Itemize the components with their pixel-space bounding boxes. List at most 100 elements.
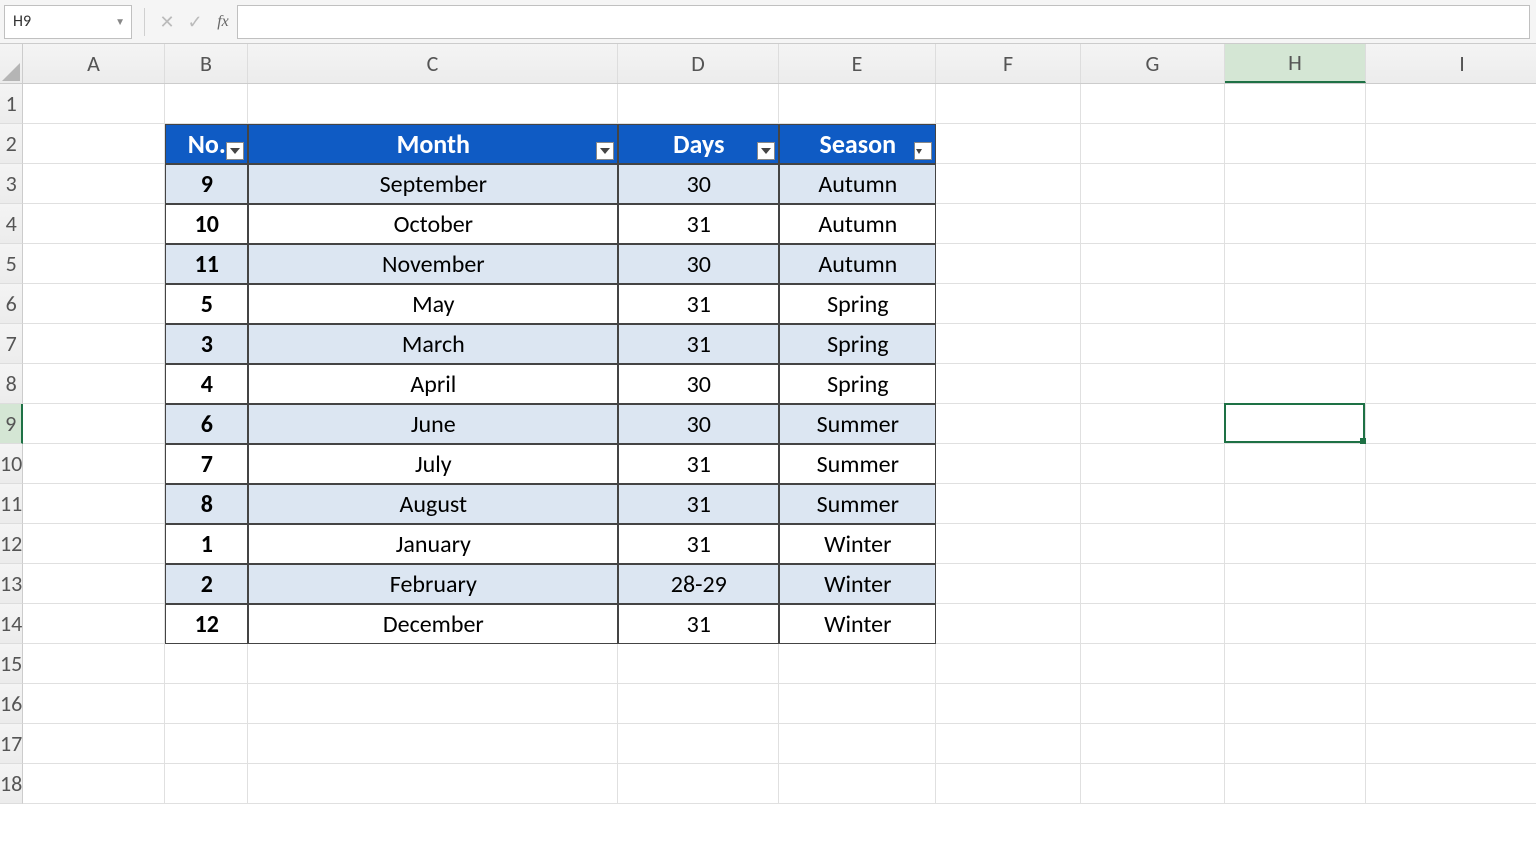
table-header-month[interactable]: Month: [248, 124, 618, 164]
table-cell-month[interactable]: July: [248, 444, 618, 484]
cell-F4[interactable]: [936, 204, 1081, 244]
cell-A17[interactable]: [23, 724, 165, 764]
cell-B15[interactable]: [165, 644, 248, 684]
table-cell-no[interactable]: 4: [165, 364, 248, 404]
cell-G7[interactable]: [1081, 324, 1225, 364]
column-header-E[interactable]: E: [779, 44, 936, 83]
row-header-4[interactable]: 4: [0, 204, 23, 244]
cell-A1[interactable]: [23, 84, 165, 124]
cell-B17[interactable]: [165, 724, 248, 764]
table-cell-days[interactable]: 30: [618, 364, 779, 404]
cell-A16[interactable]: [23, 684, 165, 724]
cell-A4[interactable]: [23, 204, 165, 244]
cell-F17[interactable]: [936, 724, 1081, 764]
table-cell-month[interactable]: May: [248, 284, 618, 324]
chevron-down-icon[interactable]: ▼: [115, 15, 125, 28]
cell-I16[interactable]: [1366, 684, 1536, 724]
cell-G5[interactable]: [1081, 244, 1225, 284]
cell-D18[interactable]: [618, 764, 779, 804]
row-header-6[interactable]: 6: [0, 284, 23, 324]
table-cell-month[interactable]: March: [248, 324, 618, 364]
cancel-button[interactable]: ✕: [153, 8, 181, 36]
cell-F10[interactable]: [936, 444, 1081, 484]
cell-A5[interactable]: [23, 244, 165, 284]
cell-D16[interactable]: [618, 684, 779, 724]
table-cell-month[interactable]: December: [248, 604, 618, 644]
table-cell-no[interactable]: 7: [165, 444, 248, 484]
cell-F16[interactable]: [936, 684, 1081, 724]
cell-G9[interactable]: [1081, 404, 1225, 444]
column-header-D[interactable]: D: [618, 44, 779, 83]
table-cell-no[interactable]: 10: [165, 204, 248, 244]
cells-area[interactable]: No.MonthDaysSeason↑9September30Autumn10O…: [23, 84, 1536, 804]
cell-A7[interactable]: [23, 324, 165, 364]
cell-H4[interactable]: [1225, 204, 1366, 244]
column-header-F[interactable]: F: [936, 44, 1081, 83]
table-cell-no[interactable]: 6: [165, 404, 248, 444]
table-cell-season[interactable]: Autumn: [779, 164, 936, 204]
cell-F3[interactable]: [936, 164, 1081, 204]
row-header-8[interactable]: 8: [0, 364, 23, 404]
cell-G15[interactable]: [1081, 644, 1225, 684]
row-header-13[interactable]: 13: [0, 564, 23, 604]
cell-I17[interactable]: [1366, 724, 1536, 764]
cell-F9[interactable]: [936, 404, 1081, 444]
table-cell-season[interactable]: Winter: [779, 524, 936, 564]
row-header-12[interactable]: 12: [0, 524, 23, 564]
cell-H10[interactable]: [1225, 444, 1366, 484]
table-cell-days[interactable]: 31: [618, 444, 779, 484]
cell-I9[interactable]: [1366, 404, 1536, 444]
table-cell-no[interactable]: 2: [165, 564, 248, 604]
table-cell-month[interactable]: February: [248, 564, 618, 604]
column-header-A[interactable]: A: [23, 44, 165, 83]
cell-G10[interactable]: [1081, 444, 1225, 484]
fx-button[interactable]: fx: [209, 8, 237, 36]
filter-dropdown-icon[interactable]: [596, 142, 614, 160]
column-header-B[interactable]: B: [165, 44, 248, 83]
cell-A12[interactable]: [23, 524, 165, 564]
table-cell-month[interactable]: June: [248, 404, 618, 444]
cell-A10[interactable]: [23, 444, 165, 484]
table-cell-no[interactable]: 5: [165, 284, 248, 324]
formula-input[interactable]: [237, 5, 1530, 39]
table-cell-days[interactable]: 31: [618, 204, 779, 244]
table-cell-days[interactable]: 30: [618, 164, 779, 204]
cell-A6[interactable]: [23, 284, 165, 324]
table-cell-season[interactable]: Spring: [779, 324, 936, 364]
row-header-11[interactable]: 11: [0, 484, 23, 524]
cell-H3[interactable]: [1225, 164, 1366, 204]
row-header-14[interactable]: 14: [0, 604, 23, 644]
row-header-10[interactable]: 10: [0, 444, 23, 484]
table-cell-season[interactable]: Winter: [779, 564, 936, 604]
cell-A11[interactable]: [23, 484, 165, 524]
table-cell-month[interactable]: January: [248, 524, 618, 564]
cell-A9[interactable]: [23, 404, 165, 444]
cell-I11[interactable]: [1366, 484, 1536, 524]
table-cell-season[interactable]: Summer: [779, 404, 936, 444]
table-cell-season[interactable]: Autumn: [779, 244, 936, 284]
cell-F12[interactable]: [936, 524, 1081, 564]
cell-F6[interactable]: [936, 284, 1081, 324]
cell-F14[interactable]: [936, 604, 1081, 644]
cell-I1[interactable]: [1366, 84, 1536, 124]
cell-H9[interactable]: [1225, 404, 1366, 444]
table-header-no[interactable]: No.: [165, 124, 248, 164]
cell-F11[interactable]: [936, 484, 1081, 524]
cell-F1[interactable]: [936, 84, 1081, 124]
cell-F2[interactable]: [936, 124, 1081, 164]
cell-D17[interactable]: [618, 724, 779, 764]
cell-A13[interactable]: [23, 564, 165, 604]
cell-G8[interactable]: [1081, 364, 1225, 404]
cell-A8[interactable]: [23, 364, 165, 404]
cell-H15[interactable]: [1225, 644, 1366, 684]
cell-H2[interactable]: [1225, 124, 1366, 164]
column-header-I[interactable]: I: [1366, 44, 1536, 83]
cell-G18[interactable]: [1081, 764, 1225, 804]
cell-I14[interactable]: [1366, 604, 1536, 644]
table-cell-days[interactable]: 30: [618, 404, 779, 444]
cell-I15[interactable]: [1366, 644, 1536, 684]
cell-B1[interactable]: [165, 84, 248, 124]
cell-H7[interactable]: [1225, 324, 1366, 364]
table-cell-month[interactable]: April: [248, 364, 618, 404]
cell-H14[interactable]: [1225, 604, 1366, 644]
